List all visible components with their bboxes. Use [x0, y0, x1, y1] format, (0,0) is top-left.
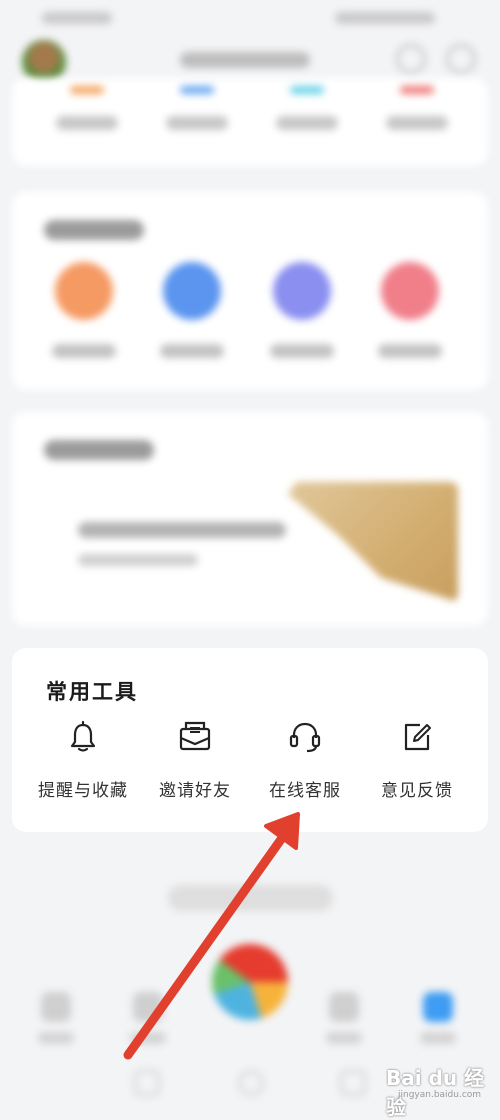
- tool-feedback[interactable]: 意见反馈: [362, 720, 472, 801]
- nav-back-icon[interactable]: [134, 1070, 160, 1096]
- tool-online-customer-service[interactable]: 在线客服: [250, 720, 360, 801]
- footer-logo: [168, 885, 333, 911]
- member-center-card[interactable]: [12, 412, 488, 626]
- tool-label: 邀请好友: [159, 781, 231, 801]
- settings-icon[interactable]: [396, 44, 426, 74]
- banner-subtext: [78, 554, 198, 566]
- section-title: [44, 440, 154, 460]
- banner-image: [288, 482, 458, 602]
- bell-icon: [70, 720, 96, 752]
- service-item[interactable]: [34, 262, 134, 358]
- my-services-card: [12, 192, 488, 390]
- invite-envelope-icon: [179, 721, 211, 751]
- tools-section-title: 常用工具: [46, 679, 138, 704]
- service-item[interactable]: [360, 262, 460, 358]
- stat-item[interactable]: [262, 86, 352, 130]
- quick-stats-card: [12, 78, 488, 166]
- nav-recent-icon[interactable]: [340, 1070, 366, 1096]
- common-tools-card: 常用工具 提醒与收藏 邀请好友 在线客服 意见反馈: [12, 648, 488, 832]
- status-bar: [0, 6, 500, 32]
- watermark-url: jingyan.baidu.com: [398, 1090, 482, 1100]
- tool-label: 提醒与收藏: [38, 781, 128, 801]
- user-name: [180, 52, 310, 68]
- headset-icon: [289, 722, 321, 753]
- stat-item[interactable]: [152, 86, 242, 130]
- service-item[interactable]: [142, 262, 242, 358]
- tool-label: 意见反馈: [381, 781, 453, 801]
- tab-profile[interactable]: [408, 992, 468, 1044]
- nav-home-icon[interactable]: [238, 1070, 264, 1096]
- service-item[interactable]: [252, 262, 352, 358]
- feedback-edit-icon: [404, 723, 431, 751]
- message-icon[interactable]: [446, 44, 476, 74]
- banner-headline: [78, 522, 286, 538]
- tab-home[interactable]: [26, 992, 86, 1044]
- center-tab-button[interactable]: [212, 944, 288, 1020]
- section-title: [44, 220, 144, 240]
- tab-discover[interactable]: [118, 992, 178, 1044]
- tool-invite-friends[interactable]: 邀请好友: [140, 720, 250, 801]
- tab-messages[interactable]: [314, 992, 374, 1044]
- status-time: [42, 12, 112, 24]
- tool-reminders-favorites[interactable]: 提醒与收藏: [28, 720, 138, 801]
- stat-item[interactable]: [372, 86, 462, 130]
- status-icons: [335, 12, 435, 24]
- stat-item[interactable]: [42, 86, 132, 130]
- tool-label: 在线客服: [269, 781, 341, 801]
